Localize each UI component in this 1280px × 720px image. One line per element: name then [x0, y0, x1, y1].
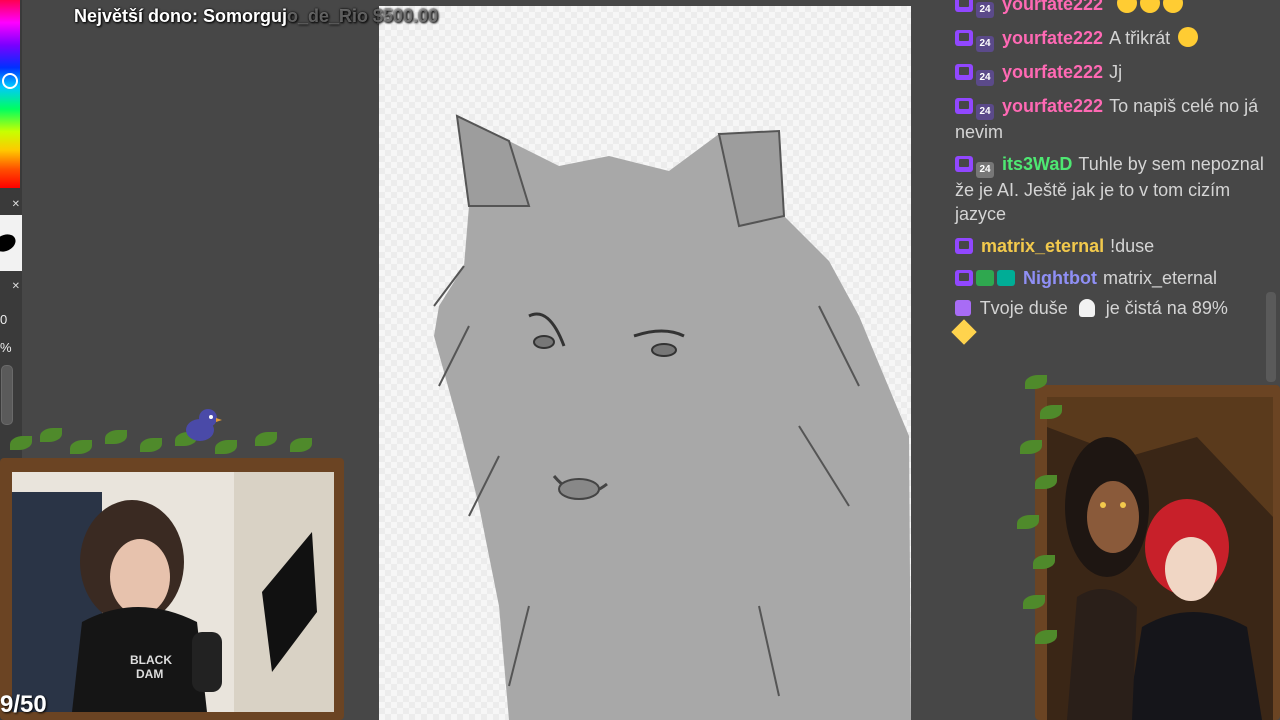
color-picker-handle[interactable] [2, 73, 18, 89]
chat-username[interactable]: yourfate222 [1002, 96, 1103, 116]
chat-username[interactable]: matrix_eternal [981, 236, 1104, 256]
top-donation-label: Největší dono: Somorguj [74, 6, 288, 26]
chat-message: 24 yourfate222 To napiš celé no já nevim [955, 94, 1273, 144]
grinning-emoji-icon [1140, 0, 1161, 13]
ghost-emoji-icon [1078, 299, 1095, 317]
drawing-canvas[interactable] [379, 6, 911, 720]
top-donation-label-faint: o_de_Rio $500.00 [287, 6, 439, 26]
twitch-badge-icon [955, 30, 973, 46]
bird-icon [186, 409, 222, 441]
color-picker[interactable] [0, 0, 20, 188]
grinning-emoji-icon [1117, 0, 1138, 13]
bot-badge-icon [997, 270, 1015, 286]
chat-username[interactable]: yourfate222 [1002, 0, 1103, 14]
chat-username[interactable]: Nightbot [1023, 268, 1097, 288]
twitch-badge-icon [955, 98, 973, 114]
rofl-emoji-icon [1178, 27, 1199, 47]
panel-scrollbar[interactable] [1, 365, 13, 425]
chat-message: 24 yourfate222 Jj [955, 60, 1273, 86]
chat-text: Tvoje duše [979, 298, 1068, 318]
chat-text: matrix_eternal [1102, 268, 1218, 288]
twitch-badge-icon [955, 238, 973, 254]
brush-size-value: 0 [0, 312, 8, 327]
chat-message: 24 yourfate222 A třikrát [955, 26, 1273, 52]
sparkle-emoji-icon [955, 300, 971, 316]
subscriber-badge-icon: 24 [976, 36, 994, 52]
close-icon[interactable]: ✕ [0, 198, 20, 212]
chat-text: Jj [1109, 62, 1123, 82]
chat-text: !duse [1110, 236, 1155, 256]
chat-username[interactable]: its3WaD [1002, 154, 1072, 174]
chat-message: matrix_eternal !duse [955, 234, 1273, 258]
opacity-percent: % [0, 340, 12, 355]
chat-username[interactable]: yourfate222 [1002, 28, 1103, 48]
subscriber-badge-icon: 24 [976, 104, 994, 120]
chat-message: 24 its3WaD Tuhle by sem nepoznal že je AI… [955, 152, 1273, 226]
chat-message: Nightbot matrix_eternal Tvoje duše je čis… [951, 266, 1273, 345]
svg-text:DAM: DAM [136, 667, 163, 681]
grinning-emoji-icon [1163, 0, 1184, 13]
webcam-overlay: BLACK DAM [0, 458, 344, 720]
close-icon-2[interactable]: ✕ [0, 280, 20, 294]
svg-text:BLACK: BLACK [130, 653, 172, 667]
wolf-sketch-icon [433, 114, 911, 720]
verified-badge-icon [976, 270, 994, 286]
chat-username[interactable]: yourfate222 [1002, 62, 1103, 82]
sparkles-emoji-icon [951, 319, 977, 345]
chat-panel: 24 yourfate222 24 yourfate222 A třikrát 2… [951, 0, 1273, 352]
brush-stroke-icon [0, 231, 19, 255]
twitch-badge-icon [955, 0, 973, 12]
twitch-badge-icon [955, 64, 973, 80]
twitch-badge-icon [955, 270, 973, 286]
subscriber-badge-icon: 24 [976, 2, 994, 18]
brush-preview [0, 215, 22, 271]
twitch-badge-icon [955, 156, 973, 172]
chat-text: je čistá na 89% [1105, 298, 1228, 318]
subscriber-badge-icon: 24 [976, 162, 994, 178]
goal-counter: 9/50 [0, 691, 47, 718]
webcam-feed: BLACK DAM [12, 472, 334, 712]
subscriber-badge-icon: 24 [976, 70, 994, 86]
vine-decoration [0, 426, 320, 476]
art-vine-decoration [1005, 365, 1085, 665]
top-donation-banner: Největší dono: Somorgujo_de_Rio $500.00 [74, 6, 438, 27]
chat-scrollbar[interactable] [1266, 292, 1276, 382]
chat-message: 24 yourfate222 [955, 0, 1273, 18]
chat-text: To napiš celé no já nevim [955, 96, 1259, 142]
chat-text: A třikrát [1109, 28, 1171, 48]
